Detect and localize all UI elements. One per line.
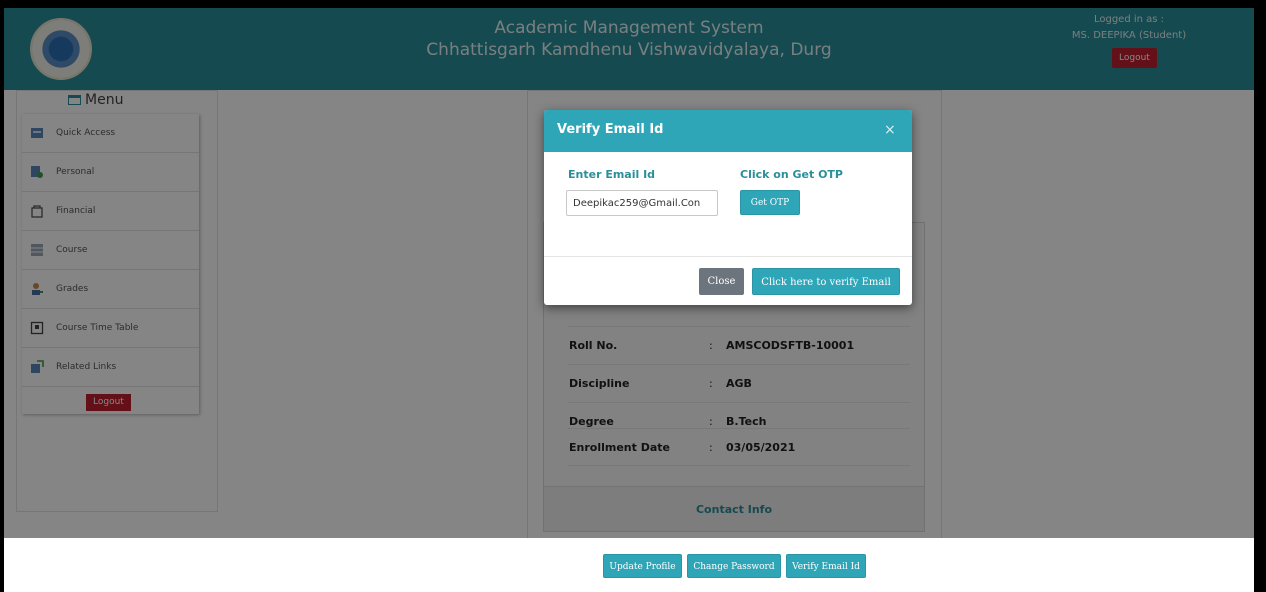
get-otp-label: Click on Get OTP xyxy=(740,168,843,181)
email-field[interactable] xyxy=(566,190,718,216)
verify-email-modal: Verify Email Id × Enter Email Id Click o… xyxy=(544,110,912,305)
modal-header: Verify Email Id × xyxy=(544,110,912,152)
verify-email-id-button[interactable]: Verify Email Id xyxy=(786,554,866,578)
close-button[interactable]: Close xyxy=(699,268,744,295)
profile-actions: Update Profile Change Password Verify Em… xyxy=(527,538,942,592)
modal-divider xyxy=(544,256,912,257)
email-label: Enter Email Id xyxy=(568,168,656,181)
close-icon[interactable]: × xyxy=(884,122,896,138)
modal-title: Verify Email Id xyxy=(557,122,664,137)
update-profile-button[interactable]: Update Profile xyxy=(603,554,682,578)
get-otp-button[interactable]: Get OTP xyxy=(740,190,800,215)
verify-email-button[interactable]: Click here to verify Email xyxy=(752,268,900,295)
change-password-button[interactable]: Change Password xyxy=(687,554,781,578)
page: Academic Management System Chhattisgarh … xyxy=(4,8,1254,592)
